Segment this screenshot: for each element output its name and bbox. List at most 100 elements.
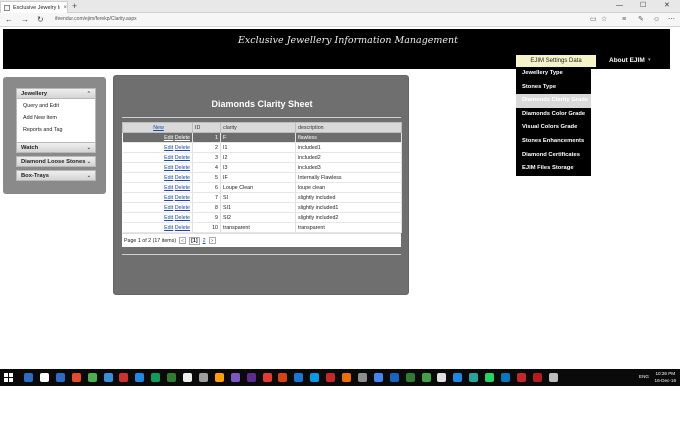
table-row[interactable]: Edit Delete 1 Fflawless: [122, 132, 402, 143]
edit-link[interactable]: Edit: [164, 135, 173, 141]
taskbar-app-icon[interactable]: [437, 373, 447, 382]
sidebar-link-query-edit[interactable]: Query and Edit: [23, 101, 95, 113]
taskbar-app-icon[interactable]: [357, 373, 367, 382]
taskbar-app-icon[interactable]: [183, 373, 192, 382]
taskbar-app-icon[interactable]: [405, 373, 415, 382]
edit-link[interactable]: Edit: [164, 165, 173, 171]
table-row[interactable]: Edit Delete 2 I1 included1: [122, 142, 402, 153]
taskbar-app-icon[interactable]: [246, 373, 256, 382]
taskbar-app-icon[interactable]: [151, 373, 161, 382]
delete-link[interactable]: Delete: [175, 145, 190, 151]
dropdown-item-stones-enhancements[interactable]: Stones Enhancements: [516, 135, 591, 149]
dropdown-item-stones-type[interactable]: Stones Type: [516, 81, 591, 95]
taskbar-app-icon[interactable]: [103, 373, 113, 382]
delete-link[interactable]: Delete: [175, 195, 190, 201]
edit-link[interactable]: Edit: [164, 215, 173, 221]
edit-link[interactable]: Edit: [164, 205, 173, 211]
window-close-icon[interactable]: ✕: [664, 0, 670, 12]
accordion-header-jewellery[interactable]: Jewellery ⌃: [16, 88, 96, 99]
delete-link[interactable]: Delete: [175, 175, 190, 181]
accordion-header-watch[interactable]: Watch ⌄: [16, 142, 96, 153]
menu-about-ejim[interactable]: About EJIM: [609, 55, 645, 67]
taskbar-app-icon[interactable]: [516, 373, 526, 382]
back-icon[interactable]: ←: [5, 14, 13, 26]
taskbar-app-icon[interactable]: [501, 373, 510, 382]
edit-link[interactable]: Edit: [164, 155, 173, 161]
edit-link[interactable]: Edit: [164, 195, 173, 201]
accordion-header-loose-stones[interactable]: Diamond Loose Stones ⌄: [16, 156, 96, 167]
table-row[interactable]: Edit Delete 10 transparent transparent: [122, 222, 402, 233]
taskbar-app-icon[interactable]: [373, 373, 383, 382]
taskbar-app-icon[interactable]: [548, 373, 558, 382]
forward-icon[interactable]: →: [21, 14, 29, 26]
taskbar-app-icon[interactable]: [262, 373, 272, 382]
taskbar-app-icon[interactable]: [342, 373, 351, 382]
taskbar-app-icon[interactable]: [198, 373, 208, 382]
refresh-icon[interactable]: ↻: [37, 14, 44, 26]
taskbar-app-icon[interactable]: [55, 373, 65, 382]
delete-link[interactable]: Delete: [175, 135, 190, 141]
sidebar-link-add-new-item[interactable]: Add New Item: [23, 113, 95, 125]
dropdown-item-certificates[interactable]: Diamond Certificates: [516, 149, 591, 163]
taskbar-app-icon[interactable]: [71, 373, 81, 382]
taskbar-app-icon[interactable]: [167, 373, 177, 382]
tab-close-icon[interactable]: ×: [63, 5, 67, 11]
menu-ejim-settings[interactable]: EJIM Settings Data: [516, 55, 596, 67]
taskbar-clock[interactable]: 10:26 PM 16-Dec-16: [655, 370, 676, 384]
pager-page-2[interactable]: 2: [203, 238, 206, 244]
pager-next-button[interactable]: >: [208, 237, 216, 244]
windows-start-icon[interactable]: [4, 373, 13, 382]
hub-icon[interactable]: ≡: [622, 15, 626, 25]
language-indicator[interactable]: ENG: [639, 374, 649, 379]
table-row[interactable]: Edit Delete 8 SI1 slightly included1: [122, 202, 402, 213]
table-row[interactable]: Edit Delete 7 SI slightly included: [122, 192, 402, 203]
table-row[interactable]: Edit Delete 5 IF Internally Flawless: [122, 172, 402, 183]
more-icon[interactable]: ⋯: [668, 15, 675, 25]
taskbar-app-icon[interactable]: [230, 373, 240, 382]
taskbar-app-icon[interactable]: [39, 373, 49, 382]
taskbar-app-icon[interactable]: [310, 373, 320, 382]
dropdown-item-clarity-grade[interactable]: Diamonds Clarity Grade: [516, 94, 591, 108]
taskbar-app-icon[interactable]: [214, 373, 224, 382]
share-icon[interactable]: ☺: [653, 15, 660, 25]
dropdown-item-jewellery-type[interactable]: Jewellery Type: [516, 67, 591, 81]
table-row[interactable]: Edit Delete 6 Loupe Clean loupe clean: [122, 182, 402, 193]
new-tab-icon[interactable]: +: [72, 1, 77, 11]
delete-link[interactable]: Delete: [175, 185, 190, 191]
minimize-icon[interactable]: —: [616, 0, 623, 12]
url-field[interactable]: ifeendur.com/ejim/ferekp/Clarity.aspx: [55, 16, 137, 22]
table-row[interactable]: Edit Delete 4 I3 included3: [122, 162, 402, 173]
header-clarity[interactable]: clarity: [220, 122, 296, 133]
delete-link[interactable]: Delete: [175, 215, 190, 221]
taskbar-app-icon[interactable]: [389, 373, 399, 382]
table-row[interactable]: Edit Delete 9 SI2 slightly included2: [122, 212, 402, 223]
taskbar-app-icon[interactable]: [421, 373, 431, 382]
favorite-star-icon[interactable]: ☆: [601, 15, 607, 25]
sidebar-link-reports-tag[interactable]: Reports and Tag: [23, 125, 95, 137]
accordion-header-box-trays[interactable]: Box-Trays ⌄: [16, 170, 96, 181]
taskbar-app-icon[interactable]: [135, 373, 145, 382]
dropdown-item-color-grade[interactable]: Diamonds Color Grade: [516, 108, 591, 122]
reading-view-icon[interactable]: ▭: [590, 15, 597, 25]
web-note-icon[interactable]: ✎: [638, 15, 644, 25]
delete-link[interactable]: Delete: [175, 225, 190, 231]
taskbar-app-icon[interactable]: [453, 373, 463, 382]
taskbar-app-icon[interactable]: [278, 373, 288, 382]
new-row-link[interactable]: New: [153, 125, 164, 131]
taskbar-app-icon[interactable]: [24, 373, 33, 382]
edit-link[interactable]: Edit: [164, 225, 173, 231]
table-row[interactable]: Edit Delete 3 I2 included2: [122, 152, 402, 163]
taskbar-app-icon[interactable]: [485, 373, 495, 382]
browser-tab[interactable]: Exclusive Jewelry Inform ×: [0, 1, 68, 13]
taskbar-app-icon[interactable]: [532, 373, 542, 382]
edit-link[interactable]: Edit: [164, 145, 173, 151]
edit-link[interactable]: Edit: [164, 185, 173, 191]
edit-link[interactable]: Edit: [164, 175, 173, 181]
taskbar-app-icon[interactable]: [469, 373, 479, 382]
taskbar-app-icon[interactable]: [119, 373, 129, 382]
pager-prev-button[interactable]: <: [179, 237, 187, 244]
taskbar-app-icon[interactable]: [294, 373, 304, 382]
delete-link[interactable]: Delete: [175, 205, 190, 211]
header-description[interactable]: description: [295, 122, 402, 133]
dropdown-item-visual-colors[interactable]: Visual Colors Grade: [516, 121, 591, 135]
